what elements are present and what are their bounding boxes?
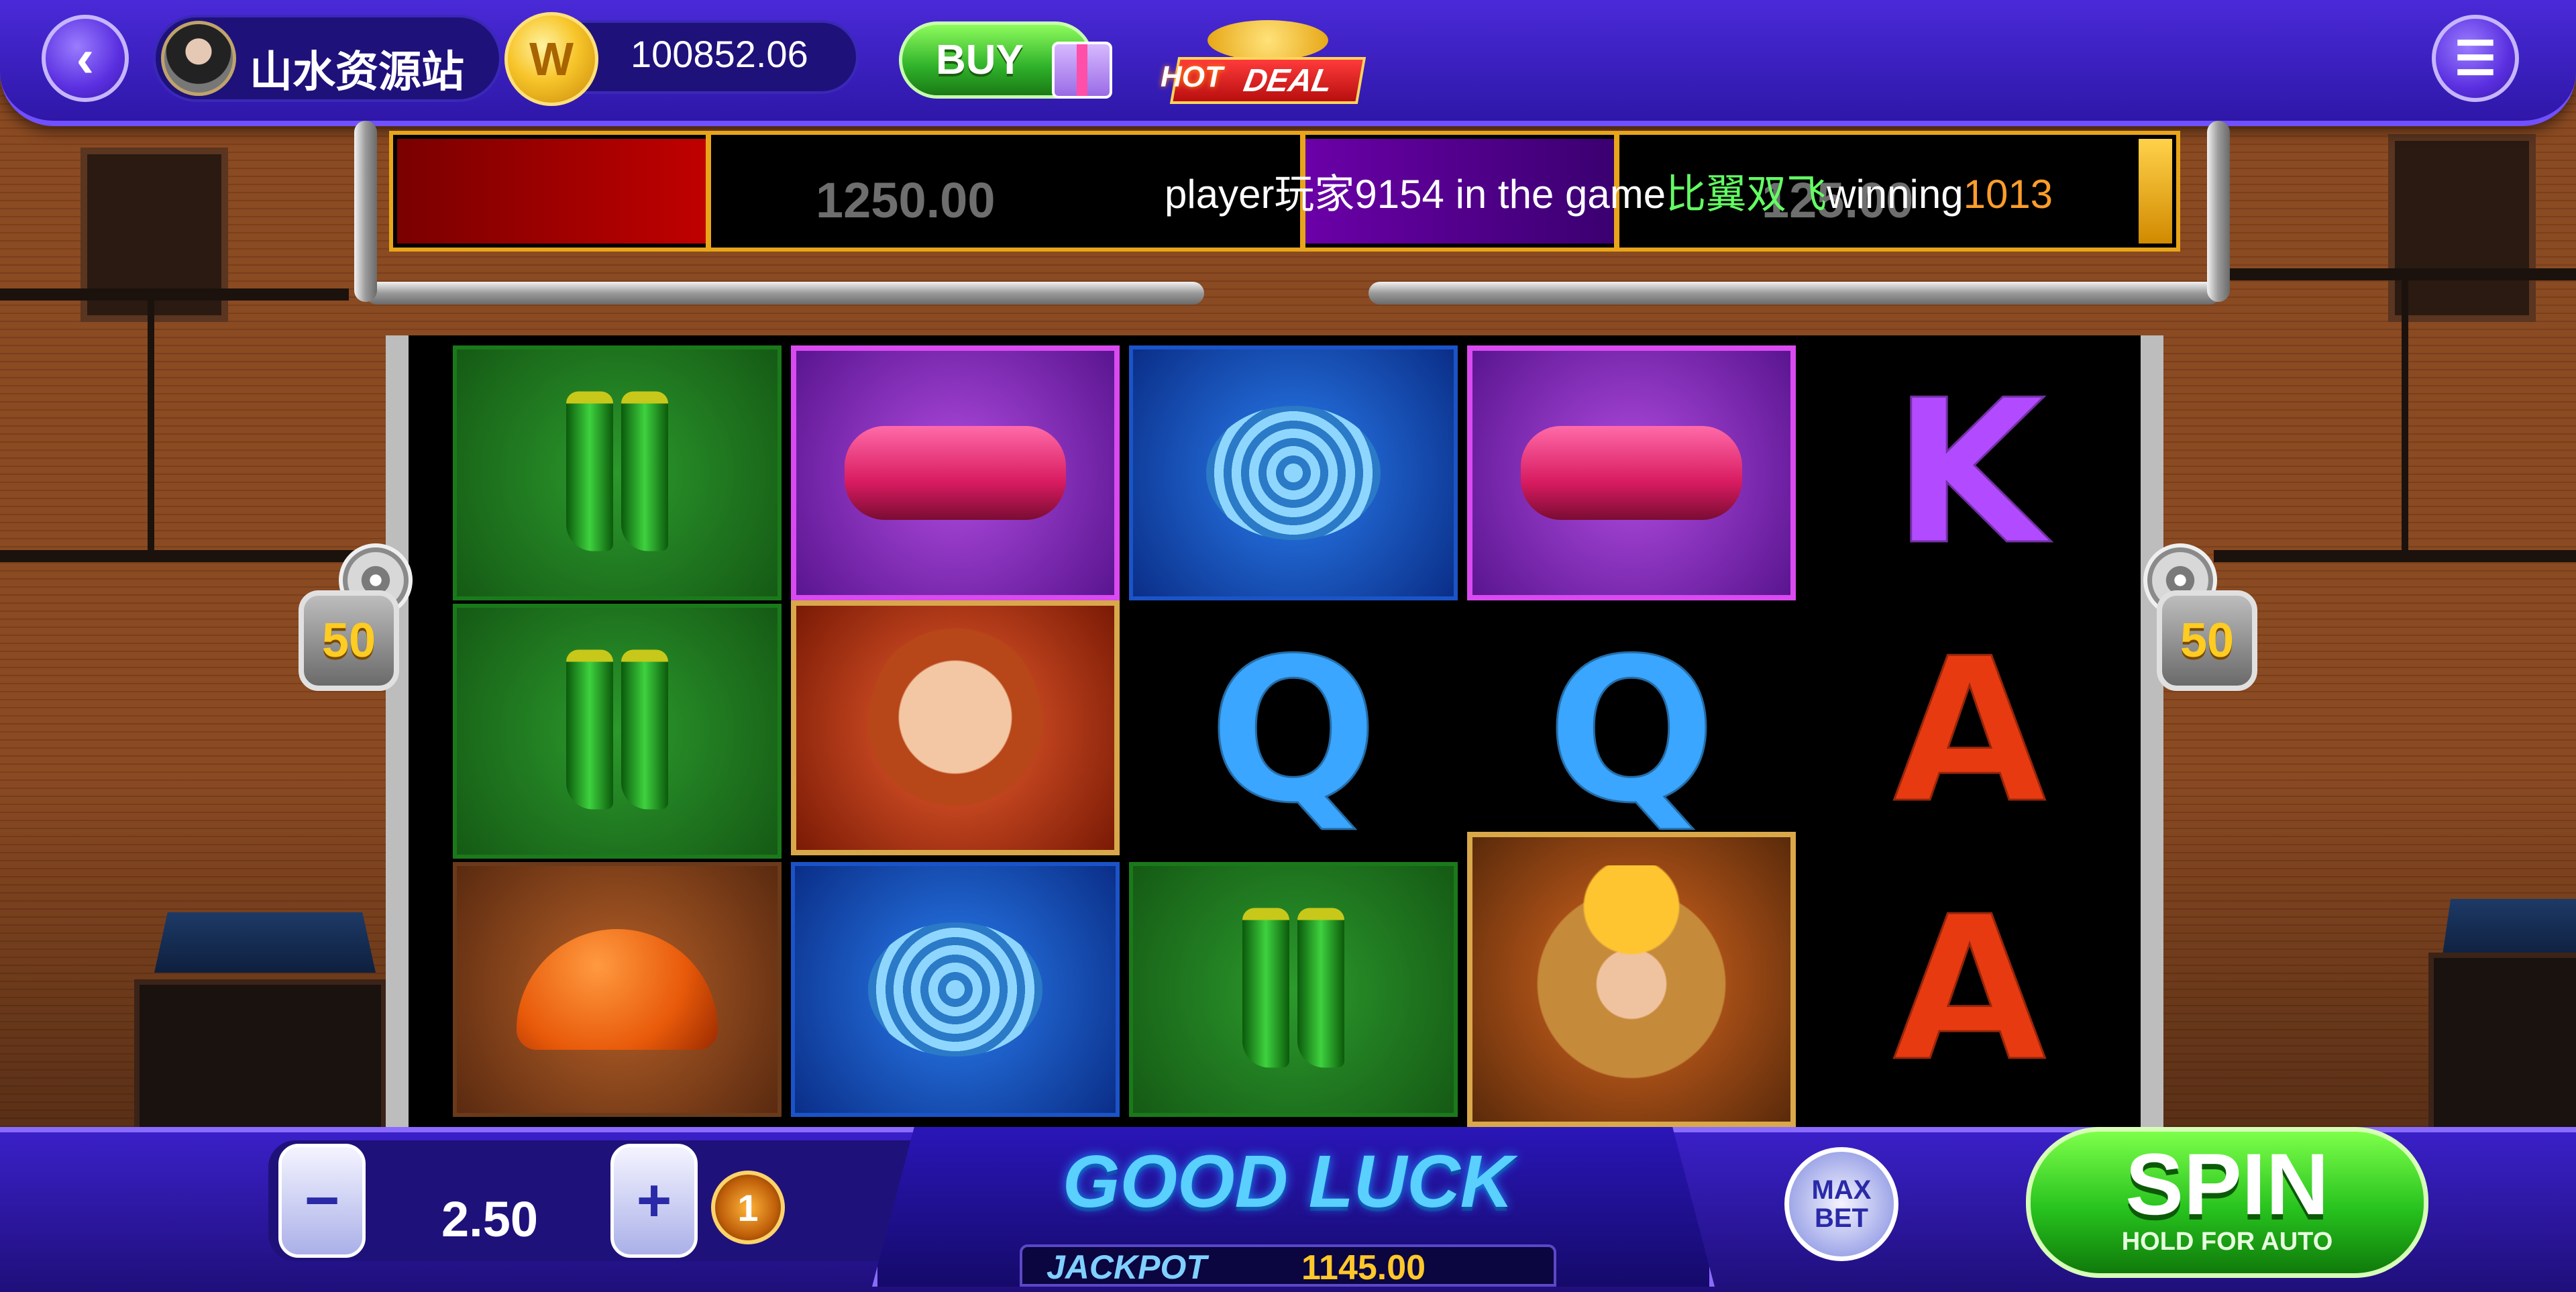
symbol-extinguisher xyxy=(1467,345,1796,600)
symbol-boots xyxy=(1129,862,1458,1117)
ticker-message: player玩家9154 in the game比翼双飞winning1013 xyxy=(1165,162,2053,220)
gift-icon[interactable] xyxy=(1052,42,1112,99)
ticker-amount: 1013 xyxy=(1963,172,2053,217)
balance-value: 100852.06 xyxy=(631,33,808,75)
back-button[interactable]: ‹ xyxy=(42,15,129,102)
jackpot-label: JACKPOT xyxy=(1046,1248,1207,1286)
symbol-helmet xyxy=(453,862,782,1117)
chevron-left-icon: ‹ xyxy=(76,28,95,88)
coin-stack-icon xyxy=(1208,20,1328,60)
extinguisher-icon xyxy=(845,426,1066,520)
minus-icon: − xyxy=(304,1167,340,1234)
letter-q: Q xyxy=(1544,612,1719,851)
pipe xyxy=(2207,121,2230,302)
fireman-portrait-icon xyxy=(1531,865,1732,1093)
letter-q: Q xyxy=(1205,612,1381,851)
reel-grid: K Q Q A A xyxy=(386,335,2163,1134)
boots-icon xyxy=(562,649,672,813)
letter-a: A xyxy=(1890,612,2049,851)
symbol-boots xyxy=(453,345,782,600)
menu-button[interactable]: ☰ xyxy=(2432,15,2519,102)
ticker-segment xyxy=(397,139,706,244)
symbol-extinguisher xyxy=(791,345,1120,600)
hot-label: HOT xyxy=(1161,60,1223,93)
spin-label[interactable]: SPIN xyxy=(2026,1134,2428,1234)
symbol-hose xyxy=(1129,345,1458,600)
buy-label: BUY xyxy=(936,37,1024,83)
symbol-k: K xyxy=(1805,345,2134,600)
pipe xyxy=(1368,282,2220,305)
ticker-player: player玩家9154 in the game xyxy=(1165,172,1666,217)
decrease-bet-button[interactable]: − xyxy=(278,1144,366,1258)
max-bet-button[interactable]: MAX BET xyxy=(1784,1147,1898,1261)
symbol-fireman xyxy=(1467,832,1796,1127)
boots-icon xyxy=(1238,908,1348,1071)
symbol-q: Q xyxy=(1129,604,1458,859)
avatar[interactable] xyxy=(161,21,236,96)
increase-bet-button[interactable]: + xyxy=(610,1144,698,1258)
hot-deal-button[interactable]: DEAL HOT xyxy=(1161,20,1368,107)
symbol-hose xyxy=(791,862,1120,1117)
multiplier-right: 50 xyxy=(2157,590,2257,691)
ticker-divider xyxy=(706,135,711,248)
plus-icon: + xyxy=(636,1167,672,1234)
spin-sublabel[interactable]: HOLD FOR AUTO xyxy=(2026,1228,2428,1256)
pipe xyxy=(354,121,377,302)
bet-level-badge[interactable]: 1 xyxy=(711,1171,785,1244)
max-bet-line2: BET xyxy=(1814,1203,1868,1233)
status-message: GOOD LUCK xyxy=(1062,1140,1514,1223)
jackpot-value: 1145.00 xyxy=(1301,1248,1426,1287)
username: 山水资源站 xyxy=(250,48,464,96)
bet-amount: 2.50 xyxy=(441,1191,539,1247)
symbol-a: A xyxy=(1805,862,2134,1117)
symbol-a: A xyxy=(1805,604,2134,859)
pipe xyxy=(366,282,1204,305)
winner-ticker: 1250.00 125.00 player玩家9154 in the game比… xyxy=(389,131,2180,252)
ticker-end-cap xyxy=(2139,139,2172,244)
bet-panel xyxy=(268,1140,939,1261)
symbol-q: Q xyxy=(1467,604,1796,859)
symbol-boots xyxy=(453,604,782,859)
menu-icon: ☰ xyxy=(2454,32,2497,85)
symbol-woman xyxy=(791,600,1120,855)
ticker-winning: winning xyxy=(1827,172,1964,217)
multiplier-left: 50 xyxy=(299,590,399,691)
hose-icon xyxy=(868,922,1042,1057)
extinguisher-icon xyxy=(1521,426,1742,520)
ticker-game-name: 比翼双飞 xyxy=(1666,172,1827,217)
deal-label: DEAL xyxy=(1240,62,1336,99)
woman-portrait-icon xyxy=(868,621,1042,835)
ticker-ghost-value: 1250.00 xyxy=(816,172,996,228)
max-bet-line1: MAX xyxy=(1811,1175,1872,1205)
hose-icon xyxy=(1206,406,1381,540)
boots-icon xyxy=(562,391,672,555)
letter-a: A xyxy=(1890,871,2049,1109)
profile-panel[interactable]: 山水资源站 xyxy=(153,15,502,102)
letter-k: K xyxy=(1890,354,2049,592)
coin-icon: W xyxy=(504,12,598,106)
helmet-icon xyxy=(517,929,718,1050)
